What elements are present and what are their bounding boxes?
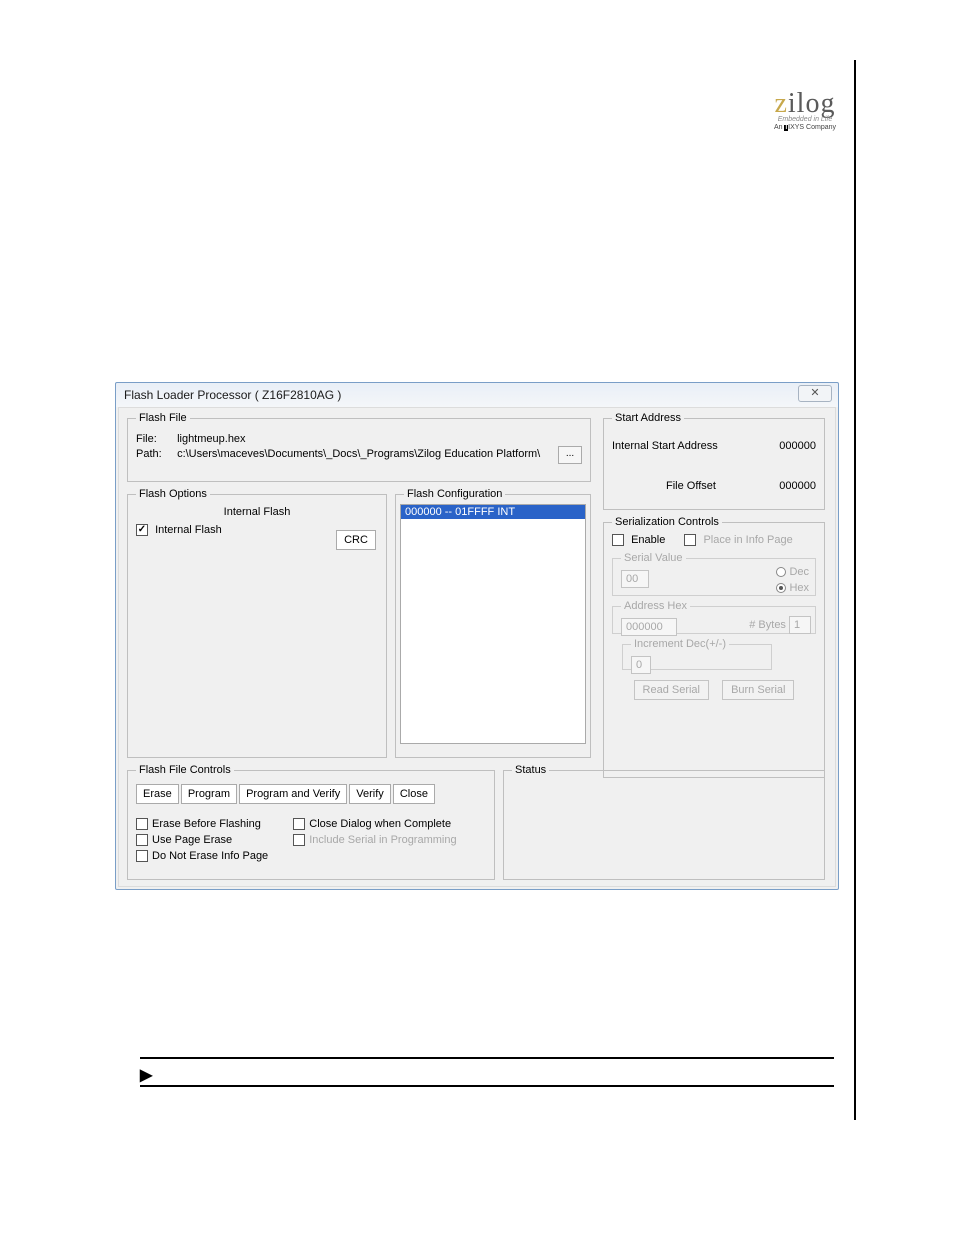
increment-input: 0 xyxy=(631,656,651,674)
flash-config-legend: Flash Configuration xyxy=(404,488,505,500)
close-dialog-checkbox[interactable] xyxy=(293,818,305,830)
path-value: c:\Users\maceves\Documents\_Docs\_Progra… xyxy=(177,448,540,460)
brand-z: z xyxy=(774,88,787,119)
serialization-legend: Serialization Controls xyxy=(612,516,722,528)
flash-options-header: Internal Flash xyxy=(136,506,378,518)
close-icon[interactable]: ✕ xyxy=(798,385,832,402)
internal-start-value: 000000 xyxy=(779,440,816,452)
brand-logo: zilog xyxy=(774,90,836,118)
dialog-titlebar: Flash Loader Processor ( Z16F2810AG ) ✕ xyxy=(116,383,838,407)
file-offset-label: File Offset xyxy=(666,480,716,492)
increment-legend: Increment Dec(+/-) xyxy=(631,638,729,650)
crc-button[interactable]: CRC xyxy=(336,530,376,550)
include-serial-checkbox xyxy=(293,834,305,846)
include-serial-label: Include Serial in Programming xyxy=(309,834,456,846)
brand-logo-block: zilog Embedded in Life An IIXYS Company xyxy=(774,90,836,131)
dec-label: Dec xyxy=(789,566,809,578)
internal-start-label: Internal Start Address xyxy=(612,440,718,452)
flash-file-group: Flash File File: lightmeup.hex Path: c:\… xyxy=(127,412,591,482)
serial-value-input: 00 xyxy=(621,570,649,588)
start-address-group: Start Address Internal Start Address 000… xyxy=(603,412,825,510)
file-value: lightmeup.hex xyxy=(177,433,246,445)
serial-value-legend: Serial Value xyxy=(621,552,686,564)
flash-config-listbox[interactable]: 000000 -- 01FFFF INT xyxy=(400,504,586,744)
enable-checkbox[interactable] xyxy=(612,534,624,546)
bytes-select: 1 xyxy=(789,616,811,634)
enable-label: Enable xyxy=(631,534,665,546)
read-serial-button: Read Serial xyxy=(634,680,709,700)
status-legend: Status xyxy=(512,764,549,776)
erase-before-label: Erase Before Flashing xyxy=(152,818,261,830)
use-page-erase-checkbox[interactable] xyxy=(136,834,148,846)
program-verify-button[interactable]: Program and Verify xyxy=(239,784,347,804)
address-hex-legend: Address Hex xyxy=(621,600,690,612)
brand-ilog: ilog xyxy=(788,88,836,119)
browse-button[interactable]: ... xyxy=(558,446,582,464)
flash-file-controls-legend: Flash File Controls xyxy=(136,764,234,776)
flash-config-row-selected[interactable]: 000000 -- 01FFFF INT xyxy=(401,505,585,519)
flash-file-legend: Flash File xyxy=(136,412,190,424)
hex-radio xyxy=(776,583,786,593)
flash-config-group: Flash Configuration 000000 -- 01FFFF INT xyxy=(395,488,591,758)
path-label: Path: xyxy=(136,448,174,460)
address-hex-input: 000000 xyxy=(621,618,677,636)
place-info-label: Place in Info Page xyxy=(703,534,792,546)
close-dialog-label: Close Dialog when Complete xyxy=(309,818,451,830)
flash-file-controls-group: Flash File Controls Erase Program Progra… xyxy=(127,764,495,880)
figure-caption-bar: ▶ xyxy=(140,1057,834,1087)
flash-options-legend: Flash Options xyxy=(136,488,210,500)
bytes-label: # Bytes xyxy=(749,619,786,631)
dec-radio xyxy=(776,567,786,577)
erase-button[interactable]: Erase xyxy=(136,784,179,804)
flash-options-group: Flash Options Internal Flash Internal Fl… xyxy=(127,488,387,758)
page-divider xyxy=(854,60,856,1120)
internal-flash-label: Internal Flash xyxy=(155,524,222,536)
verify-button[interactable]: Verify xyxy=(349,784,391,804)
use-page-erase-label: Use Page Erase xyxy=(152,834,232,846)
caption-arrow-icon: ▶ xyxy=(140,1065,152,1085)
program-button[interactable]: Program xyxy=(181,784,237,804)
brand-tagline2: An IIXYS Company xyxy=(774,124,836,131)
internal-flash-checkbox[interactable] xyxy=(136,524,148,536)
hex-label: Hex xyxy=(789,582,809,594)
file-label: File: xyxy=(136,433,174,445)
dialog-body: Flash File File: lightmeup.hex Path: c:\… xyxy=(118,407,836,887)
brand-tagline1: Embedded in Life xyxy=(774,116,836,123)
no-erase-info-checkbox[interactable] xyxy=(136,850,148,862)
status-group: Status xyxy=(503,764,825,880)
burn-serial-button: Burn Serial xyxy=(722,680,794,700)
flash-loader-dialog: Flash Loader Processor ( Z16F2810AG ) ✕ … xyxy=(115,382,839,890)
dialog-title: Flash Loader Processor ( Z16F2810AG ) xyxy=(124,388,341,402)
file-offset-value: 000000 xyxy=(779,480,816,492)
close-button[interactable]: Close xyxy=(393,784,435,804)
no-erase-info-label: Do Not Erase Info Page xyxy=(152,850,268,862)
place-info-checkbox xyxy=(684,534,696,546)
serialization-group: Serialization Controls Enable Place in I… xyxy=(603,516,825,778)
start-address-legend: Start Address xyxy=(612,412,684,424)
erase-before-checkbox[interactable] xyxy=(136,818,148,830)
